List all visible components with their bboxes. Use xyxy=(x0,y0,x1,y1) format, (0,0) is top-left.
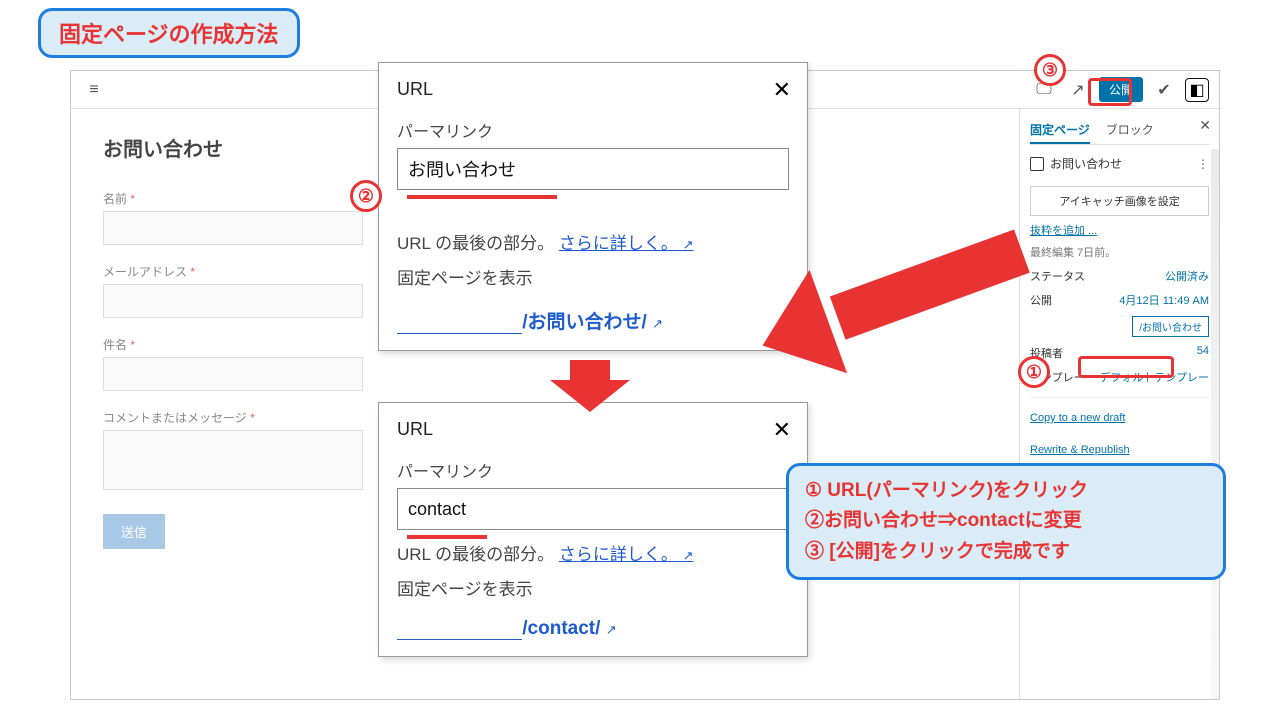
settings-toggle-icon[interactable]: ◧ xyxy=(1185,78,1209,102)
document-row: お問い合わせ ⋮ xyxy=(1030,155,1209,172)
panel-title: URL xyxy=(379,63,807,108)
highlight-publish xyxy=(1088,78,1132,106)
tab-block[interactable]: ブロック xyxy=(1106,117,1154,144)
highlight-underline xyxy=(407,535,487,539)
separator xyxy=(1030,397,1209,398)
instruction-line-3: ③ [公開]をクリックで完成です xyxy=(805,537,1207,567)
permalink-input[interactable] xyxy=(397,488,789,530)
permalink-help: URL の最後の部分。 さらに詳しく。 ↗ xyxy=(397,229,789,254)
row-publish[interactable]: 公開 4月12日 11:49 AM xyxy=(1030,292,1209,308)
permalink-label: パーマリンク xyxy=(397,458,789,482)
url-panel-after: URL ✕ パーマリンク URL の最後の部分。 さらに詳しく。 ↗ 固定ページ… xyxy=(378,402,808,657)
document-title: お問い合わせ xyxy=(1050,155,1122,172)
instruction-line-2: ②お問い合わせ⇒contactに変更 xyxy=(805,506,1207,536)
close-icon[interactable]: ✕ xyxy=(1199,117,1211,134)
instruction-line-1: ① URL(パーマリンク)をクリック xyxy=(805,476,1207,506)
publish-value[interactable]: 4月12日 11:49 AM xyxy=(1119,292,1209,308)
url-preview[interactable]: /contact/ ↗ xyxy=(397,618,789,640)
kebab-icon[interactable]: ⋮ xyxy=(1197,157,1209,171)
step-1-marker: ① xyxy=(1018,356,1050,388)
view-page-text: 固定ページを表示 xyxy=(397,264,789,289)
learn-more-link[interactable]: さらに詳しく。 ↗ xyxy=(559,545,694,564)
input-email[interactable] xyxy=(103,284,363,318)
permalink-value-button[interactable]: /お問い合わせ xyxy=(1132,316,1209,337)
permalink-input[interactable] xyxy=(397,148,789,190)
settings-sidebar: ✕ 固定ページ ブロック お問い合わせ ⋮ アイキャッチ画像を設定 抜粋を追加 … xyxy=(1019,109,1219,699)
add-excerpt-link[interactable]: 抜粋を追加 ... xyxy=(1030,225,1097,237)
highlight-underline xyxy=(407,195,557,199)
close-icon[interactable]: ✕ xyxy=(773,417,791,443)
input-subject[interactable] xyxy=(103,357,363,391)
featured-image-button[interactable]: アイキャッチ画像を設定 xyxy=(1030,186,1209,216)
copy-draft-link[interactable]: Copy to a new draft xyxy=(1030,412,1125,424)
settings-tabs: 固定ページ ブロック xyxy=(1030,117,1209,145)
external-icon: ↗ xyxy=(683,237,694,252)
menu-icon[interactable]: ≡ xyxy=(81,77,107,103)
last-edited: 最終編集 7日前。 xyxy=(1030,244,1209,260)
row-permalink[interactable]: /お問い合わせ xyxy=(1030,316,1209,337)
close-icon[interactable]: ✕ xyxy=(773,77,791,103)
author-value[interactable]: 54 xyxy=(1197,345,1209,361)
external-icon: ↗ xyxy=(652,316,663,331)
url-preview[interactable]: /お問い合わせ/ ↗ xyxy=(397,307,789,334)
permalink-label: パーマリンク xyxy=(397,118,789,142)
tutorial-title-badge: 固定ページの作成方法 xyxy=(38,8,300,58)
permalink-help: URL の最後の部分。 さらに詳しく。 ↗ xyxy=(397,540,789,565)
instructions-callout: ① URL(パーマリンク)をクリック ②お問い合わせ⇒contactに変更 ③ … xyxy=(786,463,1226,580)
input-name[interactable] xyxy=(103,211,363,245)
status-label: ステータス xyxy=(1030,268,1085,284)
tab-page[interactable]: 固定ページ xyxy=(1030,117,1090,144)
row-status[interactable]: ステータス 公開済み xyxy=(1030,268,1209,284)
page-icon xyxy=(1030,157,1044,171)
view-page-text: 固定ページを表示 xyxy=(397,575,789,600)
external-icon: ↗ xyxy=(606,622,617,637)
step-2-marker: ② xyxy=(350,180,382,212)
tutorial-title: 固定ページの作成方法 xyxy=(59,22,279,47)
step-3-marker: ③ xyxy=(1034,54,1066,86)
external-icon: ↗ xyxy=(683,548,694,563)
highlight-permalink xyxy=(1078,356,1174,378)
learn-more-link[interactable]: さらに詳しく。 ↗ xyxy=(559,234,694,253)
send-button[interactable]: 送信 xyxy=(103,514,165,549)
status-value[interactable]: 公開済み xyxy=(1165,268,1209,284)
url-panel-before: URL ✕ パーマリンク お問い合わせ URL の最後の部分。 さらに詳しく。 … xyxy=(378,62,808,351)
scrollbar[interactable] xyxy=(1211,149,1219,699)
arrow-down-icon xyxy=(550,360,630,412)
input-message[interactable] xyxy=(103,430,363,490)
rewrite-link[interactable]: Rewrite & Republish xyxy=(1030,444,1130,456)
jetpack-icon[interactable]: ✔ xyxy=(1151,77,1177,103)
